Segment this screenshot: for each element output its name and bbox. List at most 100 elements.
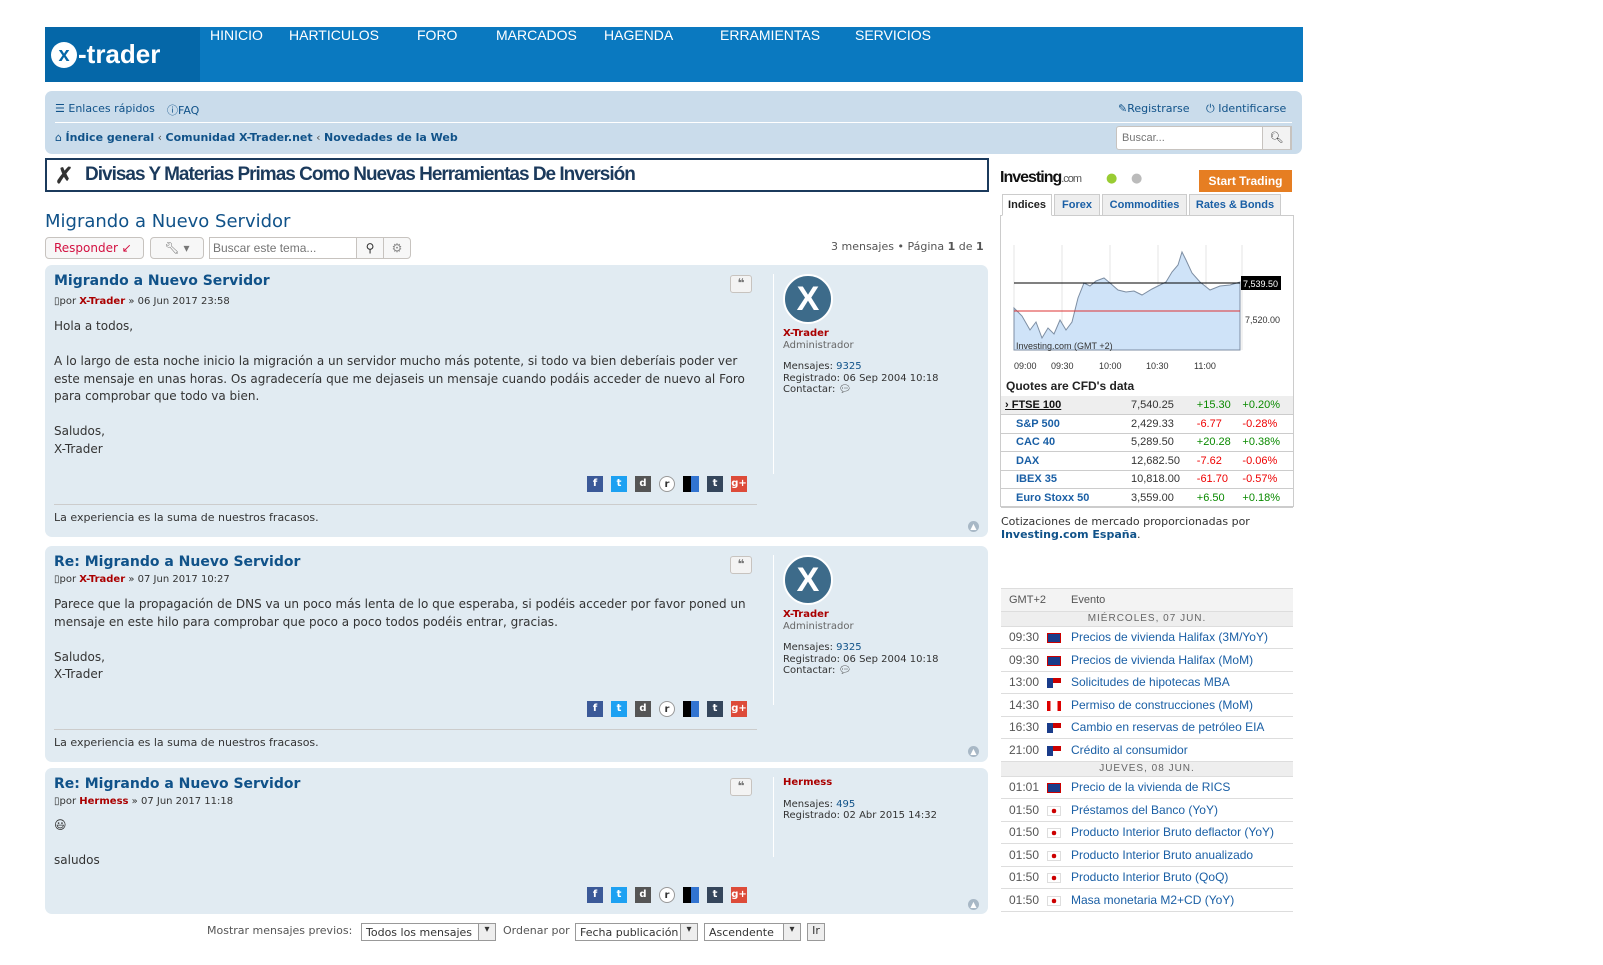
topic-search-input[interactable]	[209, 237, 357, 259]
quote-name[interactable]: S&P 500	[1001, 414, 1131, 434]
delicious-icon[interactable]	[683, 701, 699, 717]
quote-button[interactable]: ❝	[730, 778, 752, 796]
investing-logo[interactable]: Investing.com	[1000, 169, 1082, 187]
event-name[interactable]: Producto Interior Bruto deflactor (YoY)	[1071, 821, 1293, 844]
twitter-icon[interactable]: t	[611, 701, 627, 717]
android-icon[interactable]: ●	[1106, 171, 1117, 186]
event-name[interactable]: Permiso de construcciones (MoM)	[1071, 693, 1293, 717]
event-name[interactable]: Producto Interior Bruto (QoQ)	[1071, 866, 1293, 889]
breadcrumb-community[interactable]: Comunidad X-Trader.net	[166, 131, 313, 144]
delicious-icon[interactable]	[683, 476, 699, 492]
author-link[interactable]: X-Trader	[79, 574, 125, 585]
tab-commodities[interactable]: Commodities	[1102, 194, 1187, 216]
back-to-top-icon[interactable]: ▲	[968, 899, 979, 910]
facebook-icon[interactable]: f	[587, 887, 603, 903]
facebook-icon[interactable]: f	[587, 476, 603, 492]
topic-title[interactable]: Migrando a Nuevo Servidor	[45, 211, 290, 232]
reply-button[interactable]: Responder ↙	[45, 237, 144, 259]
event-name[interactable]: Precios de vivienda Halifax (MoM)	[1071, 648, 1293, 672]
event-name[interactable]: Cambio en reservas de petróleo EIA	[1071, 716, 1293, 739]
calendar-event[interactable]: 09:30 Precios de vivienda Halifax (3M/YoY…	[1001, 626, 1293, 649]
nav-foro[interactable]: FORO	[417, 27, 457, 82]
delicious-icon[interactable]	[683, 887, 699, 903]
quote-name[interactable]: CAC 40	[1001, 433, 1131, 452]
tab-rates-bonds[interactable]: Rates & Bonds	[1189, 194, 1281, 216]
facebook-icon[interactable]: f	[587, 701, 603, 717]
back-to-top-icon[interactable]: ▲	[968, 746, 979, 757]
show-select[interactable]: Todos los mensajes	[361, 923, 496, 941]
digg-icon[interactable]: d	[635, 476, 651, 492]
reddit-icon[interactable]: r	[659, 476, 675, 492]
nav-servicios[interactable]: SERVICIOS	[855, 27, 931, 82]
quote-row[interactable]: S&P 500 2,429.33 -6.77 -0.28%	[1001, 414, 1293, 434]
calendar-event[interactable]: 21:00 Crédito al consumidor	[1001, 738, 1293, 762]
nav-agenda[interactable]: HAGENDA	[604, 27, 673, 82]
tumblr-icon[interactable]: t	[707, 887, 723, 903]
site-logo[interactable]: x -trader	[45, 27, 200, 82]
post-title[interactable]: Re: Migrando a Nuevo Servidor	[54, 554, 300, 570]
twitter-icon[interactable]: t	[611, 476, 627, 492]
back-to-top-icon[interactable]: ▲	[968, 521, 979, 532]
nav-inicio[interactable]: HINICIO	[210, 27, 263, 82]
event-name[interactable]: Precio de la vivienda de RICS	[1071, 776, 1293, 799]
profile-username[interactable]: X-Trader	[783, 328, 983, 340]
avatar[interactable]: X	[783, 274, 833, 324]
tab-forex[interactable]: Forex	[1054, 194, 1100, 216]
calendar-event[interactable]: 01:50 Producto Interior Bruto (QoQ)	[1001, 866, 1293, 889]
login-link[interactable]: ⏻ Identificarse	[1206, 102, 1286, 116]
nav-mercados[interactable]: MARCADOS	[496, 27, 577, 82]
profile-username[interactable]: Hermess	[783, 777, 983, 789]
tumblr-icon[interactable]: t	[707, 476, 723, 492]
google-plus-icon[interactable]: g+	[731, 701, 747, 717]
apple-icon[interactable]: ●	[1131, 171, 1142, 186]
calendar-event[interactable]: 01:50 Producto Interior Bruto anualizado	[1001, 843, 1293, 867]
tab-indices[interactable]: Indices	[1002, 194, 1052, 216]
go-button[interactable]: Ir	[807, 923, 825, 941]
register-link[interactable]: ✎Registrarse	[1118, 102, 1190, 115]
tools-dropdown[interactable]: 🔧︎ ▾	[150, 237, 204, 259]
quote-row[interactable]: Euro Stoxx 50 3,559.00 +6.50 +0.18%	[1001, 488, 1293, 508]
breadcrumb-news[interactable]: Novedades de la Web	[324, 131, 458, 144]
avatar[interactable]: X	[783, 555, 833, 605]
faq-link[interactable]: ⓘFAQ	[167, 102, 199, 118]
calendar-event[interactable]: 09:30 Precios de vivienda Halifax (MoM)	[1001, 648, 1293, 672]
event-name[interactable]: Crédito al consumidor	[1071, 738, 1293, 762]
google-plus-icon[interactable]: g+	[731, 476, 747, 492]
event-name[interactable]: Precios de vivienda Halifax (3M/YoY)	[1071, 626, 1293, 649]
investing-link[interactable]: Investing.com España	[1001, 528, 1137, 541]
calendar-event[interactable]: 01:50 Préstamos del Banco (YoY)	[1001, 798, 1293, 822]
calendar-event[interactable]: 16:30 Cambio en reservas de petróleo EIA	[1001, 716, 1293, 739]
quote-name[interactable]: IBEX 35	[1001, 470, 1131, 489]
digg-icon[interactable]: d	[635, 701, 651, 717]
quote-name[interactable]: › FTSE 100	[1001, 396, 1131, 415]
quote-row[interactable]: › FTSE 100 7,540.25 +15.30 +0.20%	[1001, 396, 1293, 415]
quote-row[interactable]: DAX 12,682.50 -7.62 -0.06%	[1001, 451, 1293, 471]
search-button[interactable]: 🔍︎	[1262, 126, 1291, 150]
event-name[interactable]: Producto Interior Bruto anualizado	[1071, 843, 1293, 867]
sort-select[interactable]: Fecha publicación	[575, 923, 698, 941]
quick-links[interactable]: ☰ Enlaces rápidos	[55, 102, 155, 115]
contact-icon[interactable]: 💬︎	[839, 384, 852, 395]
digg-icon[interactable]: d	[635, 887, 651, 903]
twitter-icon[interactable]: t	[611, 887, 627, 903]
calendar-event[interactable]: 01:50 Producto Interior Bruto deflactor (…	[1001, 821, 1293, 844]
quote-row[interactable]: IBEX 35 10,818.00 -61.70 -0.57%	[1001, 470, 1293, 489]
quote-row[interactable]: CAC 40 5,289.50 +20.28 +0.38%	[1001, 433, 1293, 452]
google-plus-icon[interactable]: g+	[731, 887, 747, 903]
event-name[interactable]: Préstamos del Banco (YoY)	[1071, 798, 1293, 822]
nav-articulos[interactable]: HARTICULOS	[289, 27, 379, 82]
breadcrumb-index[interactable]: Índice general	[65, 131, 154, 144]
calendar-event[interactable]: 14:30 Permiso de construcciones (MoM)	[1001, 693, 1293, 717]
profile-username[interactable]: X-Trader	[783, 609, 983, 621]
quote-name[interactable]: DAX	[1001, 451, 1131, 471]
start-trading-button[interactable]: Start Trading	[1199, 170, 1292, 192]
calendar-event[interactable]: 01:50 Masa monetaria M2+CD (YoY)	[1001, 888, 1293, 912]
tumblr-icon[interactable]: t	[707, 701, 723, 717]
contact-icon[interactable]: 💬︎	[839, 665, 852, 676]
nav-herramientas[interactable]: ERRAMIENTAS	[720, 27, 820, 82]
quote-name[interactable]: Euro Stoxx 50	[1001, 488, 1131, 508]
author-link[interactable]: Hermess	[79, 796, 128, 807]
calendar-event[interactable]: 13:00 Solicitudes de hipotecas MBA	[1001, 671, 1293, 694]
reddit-icon[interactable]: r	[659, 887, 675, 903]
quote-button[interactable]: ❝	[730, 556, 752, 574]
